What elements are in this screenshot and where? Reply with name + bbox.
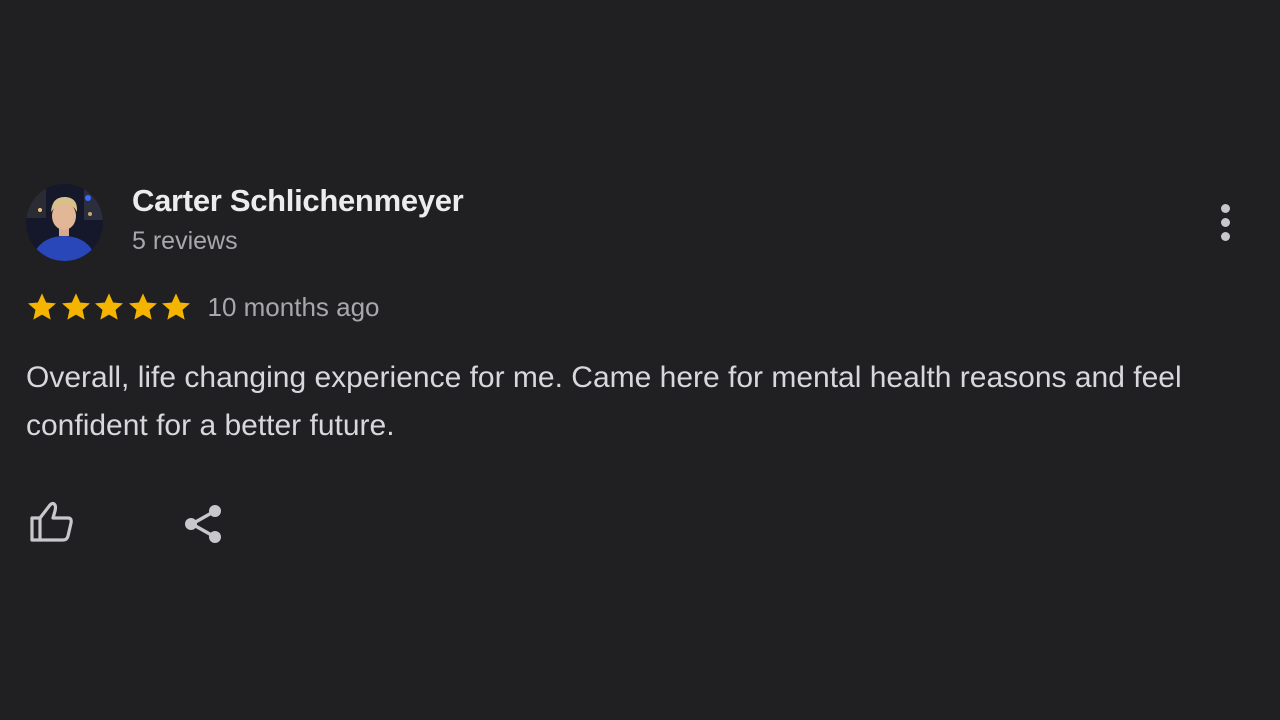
- avatar-photo: [26, 184, 103, 261]
- more-options-button[interactable]: [1206, 196, 1244, 248]
- more-vert-icon-dot: [1220, 231, 1230, 241]
- author-name[interactable]: Carter Schlichenmeyer: [132, 183, 464, 219]
- more-vert-icon: [1220, 203, 1230, 213]
- star-icon: [60, 291, 94, 323]
- thumb-up-icon: [30, 501, 73, 542]
- star-icon: [26, 291, 60, 323]
- star-icon: [93, 291, 127, 323]
- star-icon: [127, 291, 161, 323]
- review-time: 10 months ago: [207, 291, 380, 322]
- share-button[interactable]: [180, 500, 228, 548]
- star-rating: [26, 291, 194, 323]
- like-button[interactable]: [26, 497, 76, 547]
- share-icon: [185, 505, 221, 543]
- star-icon: [160, 291, 194, 323]
- more-vert-icon-dot: [1220, 217, 1230, 227]
- review-card: Carter Schlichenmeyer 5 reviews 10 month…: [0, 0, 1280, 720]
- avatar[interactable]: [26, 184, 103, 261]
- review-count: 5 reviews: [132, 227, 238, 255]
- review-text: Overall, life changing experience for me…: [26, 361, 1182, 442]
- rating-row: 10 months ago: [26, 290, 380, 324]
